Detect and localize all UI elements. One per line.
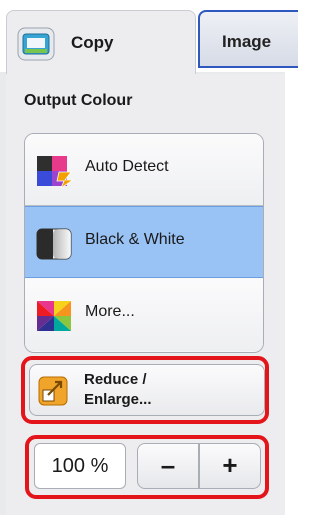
option-black-white[interactable]: Black & White [25,206,263,278]
option-black-white-label: Black & White [85,231,185,248]
auto-detect-colour-icon [35,154,75,190]
option-auto-detect[interactable]: Auto Detect [25,134,263,206]
tab-copy[interactable]: Copy [6,10,196,74]
tab-image-label: Image [222,32,272,51]
reduce-enlarge-button[interactable]: Reduce / Enlarge... [29,364,265,416]
reduce-enlarge-icon [38,376,68,406]
option-more-label: More... [85,303,135,320]
reduce-enlarge-label-line2: Enlarge... [84,391,152,408]
black-white-icon [35,227,75,261]
copier-icon [17,27,55,61]
colour-more-icon [35,299,75,333]
tab-image[interactable]: Image [198,10,298,68]
option-auto-detect-label: Auto Detect [85,158,169,175]
output-colour-options: Auto Detect Black & White More... [24,133,264,353]
copy-screen: Copy Image Output Colour Auto Detect Bla… [0,0,298,515]
tab-copy-label: Copy [71,33,114,52]
zoom-decrease-button[interactable]: – [137,443,199,489]
reduce-enlarge-label-line1: Reduce / [84,371,147,388]
zoom-value-field[interactable]: 100 % [34,443,126,489]
zoom-increase-button[interactable]: + [199,443,261,489]
option-more[interactable]: More... [25,279,263,351]
output-colour-title: Output Colour [24,92,133,109]
